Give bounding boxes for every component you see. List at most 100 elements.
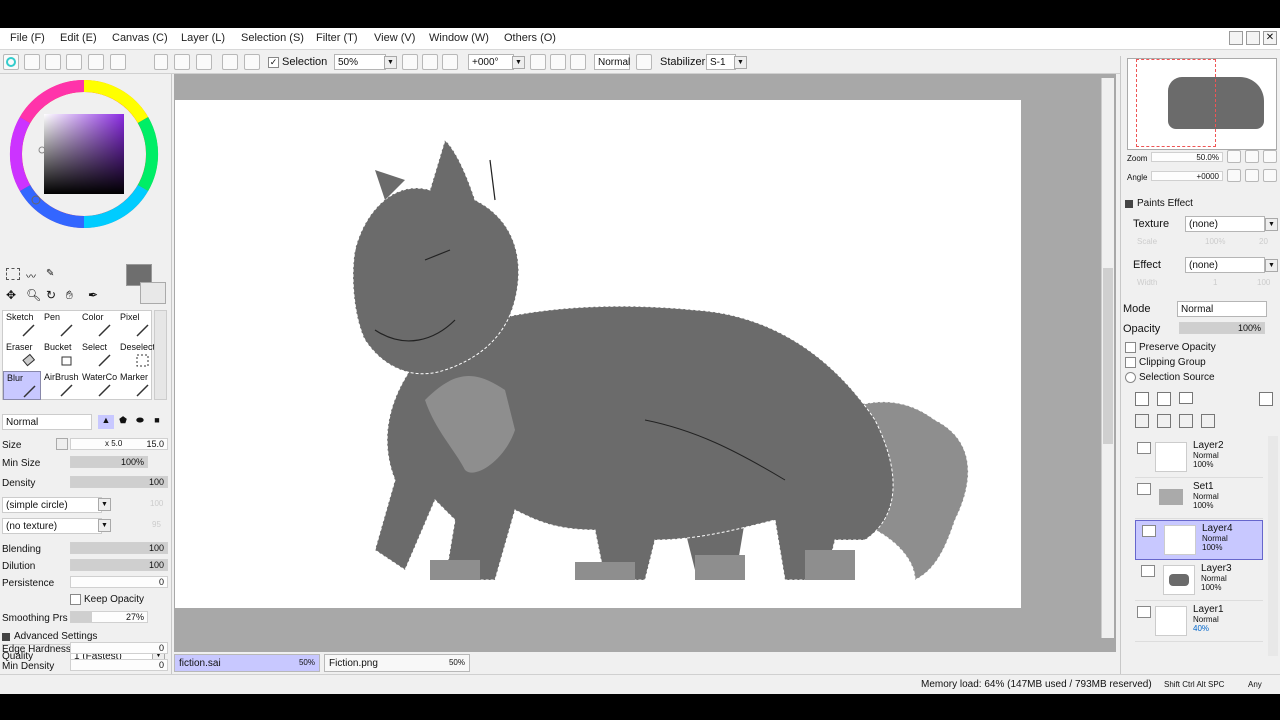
merge-down-icon[interactable] bbox=[1135, 414, 1149, 428]
rotate-icon[interactable]: ↻ bbox=[46, 288, 56, 302]
color-slider-icon[interactable] bbox=[24, 54, 40, 70]
nav-zoom-out-icon[interactable] bbox=[1227, 150, 1241, 163]
vertical-scrollbar[interactable] bbox=[1101, 78, 1114, 638]
menu-layer[interactable]: Layer (L) bbox=[181, 32, 225, 44]
zoom-reset-icon[interactable] bbox=[442, 54, 458, 70]
tool-deselect[interactable]: Deselect bbox=[117, 341, 155, 370]
nav-rotate-left-icon[interactable] bbox=[1227, 169, 1241, 182]
menu-view[interactable]: View (V) bbox=[374, 32, 415, 44]
new-linework-icon[interactable] bbox=[1157, 392, 1171, 406]
new-layer-icon[interactable] bbox=[1135, 392, 1149, 406]
blend-mode-dropdown[interactable]: Normal bbox=[594, 54, 630, 70]
menu-canvas[interactable]: Canvas (C) bbox=[112, 32, 168, 44]
tool-watercolor[interactable]: WaterCo bbox=[79, 371, 117, 400]
rotate-right-icon[interactable] bbox=[550, 54, 566, 70]
lasso-icon[interactable]: 〰 bbox=[26, 268, 40, 283]
menu-window[interactable]: Window (W) bbox=[429, 32, 489, 44]
menu-edit[interactable]: Edit (E) bbox=[60, 32, 97, 44]
brush-shape-dropdown[interactable]: (simple circle) bbox=[2, 497, 102, 513]
stabilizer-dropdown[interactable]: S-1 bbox=[706, 54, 736, 70]
canvas-viewport[interactable] bbox=[174, 74, 1116, 674]
zoom-out-icon[interactable] bbox=[402, 54, 418, 70]
min-density-slider[interactable]: 0 bbox=[70, 659, 168, 671]
maximize-button[interactable] bbox=[1246, 31, 1260, 45]
tool-bucket[interactable]: Bucket bbox=[41, 341, 79, 370]
advanced-toggle-icon[interactable] bbox=[2, 633, 10, 641]
menu-others[interactable]: Others (O) bbox=[504, 32, 556, 44]
flip-icon[interactable] bbox=[636, 54, 652, 70]
layer-row-layer3[interactable]: Layer3 Normal 100% bbox=[1135, 561, 1263, 601]
rotate-left-icon[interactable] bbox=[530, 54, 546, 70]
tab-fiction-png[interactable]: Fiction.png 50% bbox=[324, 654, 470, 672]
smoothing-slider[interactable]: 27% bbox=[70, 611, 148, 623]
scratch-pad-icon[interactable] bbox=[110, 54, 126, 70]
brush-mode-dropdown[interactable]: Normal bbox=[2, 414, 92, 430]
chevron-down-icon[interactable]: ▼ bbox=[98, 498, 111, 511]
chevron-down-icon[interactable]: ▼ bbox=[1265, 259, 1278, 272]
layer-mode-dropdown[interactable]: Normal bbox=[1177, 301, 1267, 317]
chevron-down-icon[interactable]: ▼ bbox=[384, 56, 397, 69]
layer-row-layer2[interactable]: Layer2 Normal 100% bbox=[1135, 438, 1263, 478]
canvas-paper[interactable] bbox=[175, 100, 1021, 608]
trash-icon[interactable] bbox=[1201, 414, 1215, 428]
dilution-slider[interactable]: 100 bbox=[70, 559, 168, 571]
tool-blur[interactable]: Blur bbox=[3, 371, 41, 400]
clipping-group-checkbox[interactable] bbox=[1125, 357, 1136, 368]
blending-slider[interactable]: 100 bbox=[70, 542, 168, 554]
size-slider[interactable]: x 5.0 15.0 bbox=[70, 438, 168, 450]
nav-zoom-slider[interactable]: 50.0% bbox=[1151, 152, 1223, 162]
minimize-button[interactable] bbox=[1229, 31, 1243, 45]
layer-settings-icon[interactable] bbox=[1259, 392, 1273, 406]
clear-layer-icon[interactable] bbox=[1157, 414, 1171, 428]
tool-select[interactable]: Select bbox=[79, 341, 117, 370]
effect-dropdown[interactable]: (none) bbox=[1185, 257, 1265, 273]
tool-pixel[interactable]: Pixel bbox=[117, 311, 155, 340]
layer-row-layer1[interactable]: Layer1 Normal 40% bbox=[1135, 602, 1263, 642]
new-folder-icon[interactable] bbox=[1179, 392, 1193, 404]
visibility-eye-icon[interactable] bbox=[1137, 483, 1151, 495]
magic-wand-icon[interactable]: ✎ bbox=[46, 268, 60, 280]
invert-selection-icon[interactable] bbox=[244, 54, 260, 70]
navigator-preview[interactable] bbox=[1127, 58, 1277, 150]
paints-effect-header[interactable]: Paints Effect bbox=[1137, 198, 1193, 209]
color-wheel[interactable] bbox=[8, 78, 160, 230]
nav-fit-icon[interactable] bbox=[1263, 150, 1277, 163]
hand-icon[interactable]: ✋︎ bbox=[66, 288, 73, 303]
layer-row-set1[interactable]: Set1 Normal 100% bbox=[1135, 479, 1263, 519]
nav-rotate-reset-icon[interactable] bbox=[1263, 169, 1277, 182]
nav-angle-slider[interactable]: +0000 bbox=[1151, 171, 1223, 181]
layer-opacity-slider[interactable]: 100% bbox=[1179, 322, 1265, 334]
deselect-icon[interactable] bbox=[222, 54, 238, 70]
chevron-down-icon[interactable]: ▼ bbox=[1265, 218, 1278, 231]
eyedropper-icon[interactable]: ✒ bbox=[88, 288, 98, 302]
panel-menu-icon[interactable] bbox=[154, 54, 168, 70]
rotate-reset-icon[interactable] bbox=[570, 54, 586, 70]
chevron-down-icon[interactable]: ▼ bbox=[512, 56, 525, 69]
tool-airbrush[interactable]: AirBrush bbox=[41, 371, 79, 400]
tool-sketch[interactable]: Sketch bbox=[3, 311, 41, 340]
size-multiplier-button[interactable] bbox=[56, 438, 68, 450]
selection-checkbox[interactable]: ✓ bbox=[268, 57, 279, 68]
tool-color[interactable]: Color bbox=[79, 311, 117, 340]
menu-file[interactable]: File (F) bbox=[10, 32, 45, 44]
shape-round-icon[interactable]: ⬬ bbox=[132, 415, 148, 429]
tool-grid-scrollbar[interactable] bbox=[154, 310, 167, 400]
zoom-dropdown[interactable]: 50% bbox=[334, 54, 386, 70]
visibility-eye-icon[interactable] bbox=[1137, 442, 1151, 454]
texture-dropdown[interactable]: (none) bbox=[1185, 216, 1265, 232]
close-button[interactable]: ✕ bbox=[1263, 31, 1277, 45]
keep-opacity-checkbox[interactable] bbox=[70, 594, 81, 605]
tool-pen[interactable]: Pen bbox=[41, 311, 79, 340]
visibility-eye-icon[interactable] bbox=[1142, 525, 1156, 537]
selection-source-radio[interactable] bbox=[1125, 372, 1136, 383]
shape-soft-icon[interactable]: ⬟ bbox=[115, 415, 131, 429]
color-mixer-icon[interactable] bbox=[45, 54, 61, 70]
undo-icon[interactable] bbox=[174, 54, 190, 70]
preserve-opacity-checkbox[interactable] bbox=[1125, 342, 1136, 353]
brush-texture-dropdown[interactable]: (no texture) bbox=[2, 518, 102, 534]
paints-effect-toggle-icon[interactable] bbox=[1125, 200, 1133, 208]
move-icon[interactable]: ✥ bbox=[6, 288, 16, 302]
transfer-down-icon[interactable] bbox=[1179, 414, 1193, 428]
tool-eraser[interactable]: Eraser bbox=[3, 341, 41, 370]
tool-marker[interactable]: Marker bbox=[117, 371, 155, 400]
